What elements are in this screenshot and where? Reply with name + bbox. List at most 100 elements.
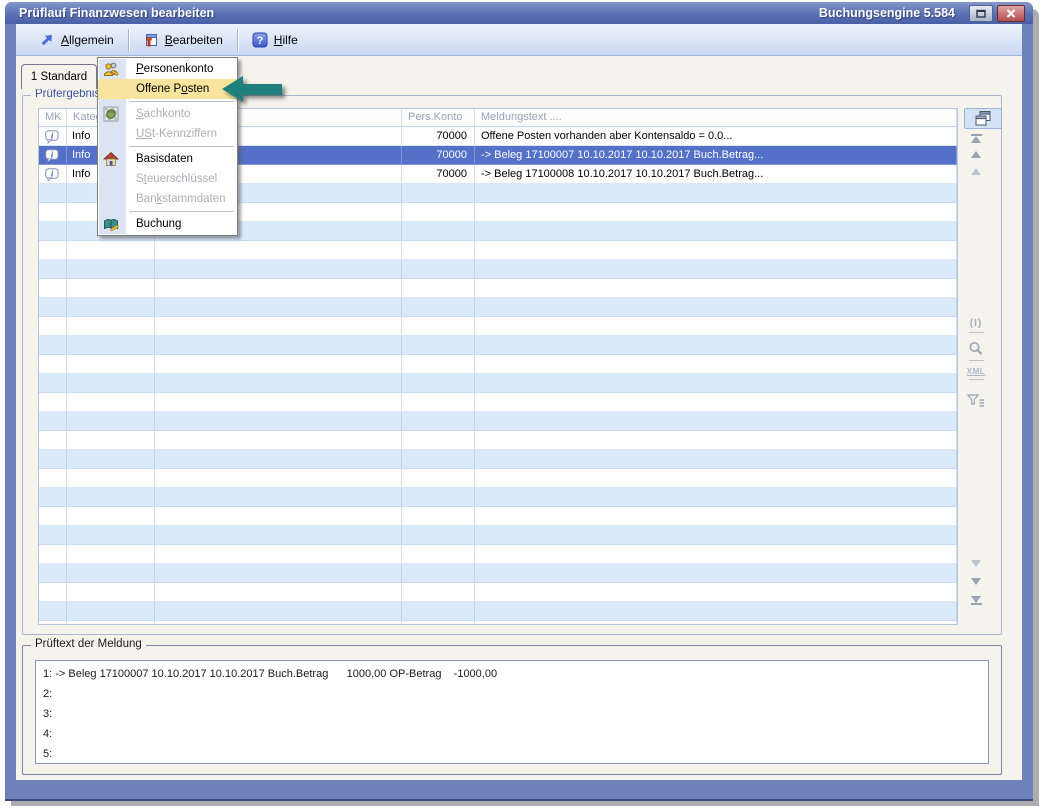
grid-cell (475, 336, 957, 354)
grid-cell: -> Beleg 17100008 10.10.2017 10.10.2017 … (475, 165, 957, 183)
menubar-item-allgemein[interactable]: Allgemein (30, 29, 123, 51)
grid-cell (475, 184, 957, 202)
table-row-empty (39, 431, 957, 450)
title-bar[interactable]: Prüflauf Finanzwesen bearbeiten Buchungs… (5, 2, 1033, 24)
menu-item-label: Sachkonto (136, 108, 190, 120)
grid-cell (402, 393, 475, 411)
table-row-empty (39, 298, 957, 317)
grid-cell (402, 602, 475, 620)
grid-cell (475, 241, 957, 259)
grid-cell (475, 602, 957, 620)
grid-cell (475, 393, 957, 411)
scroll-up-button[interactable] (959, 151, 993, 158)
grid-cell: i (39, 127, 67, 145)
table-row-empty (39, 602, 957, 621)
grid-cell (402, 412, 475, 430)
arrow-ne-icon (39, 32, 55, 48)
grid-cell (67, 393, 155, 411)
grid-cell (39, 583, 67, 601)
grid-cell: -> Beleg 17100007 10.10.2017 10.10.2017 … (475, 146, 957, 164)
menu-item-offene-posten[interactable]: Offene Posten (98, 79, 237, 99)
grid-cell (39, 393, 67, 411)
info-bubble-icon: i (45, 130, 59, 144)
table-row-empty (39, 488, 957, 507)
grid-cell (155, 526, 402, 544)
menubar-item-label: Allgemein (61, 33, 114, 47)
xml-button[interactable]: XML (959, 367, 993, 380)
grid-cell (39, 545, 67, 563)
grid-cell (402, 317, 475, 335)
filter-button[interactable] (959, 394, 993, 408)
table-row-empty (39, 374, 957, 393)
grid-cell (402, 298, 475, 316)
annotation-arrow-icon (222, 76, 284, 103)
grid-column-header-meldungstext-[interactable]: Meldungstext .... (475, 109, 957, 126)
scroll-to-bottom-button[interactable] (959, 596, 993, 605)
table-row-empty (39, 545, 957, 564)
menubar-item-bearbeiten[interactable]: Bearbeiten (134, 29, 232, 51)
menu-item-label: Personenkonto (136, 63, 213, 75)
grid-cell (67, 412, 155, 430)
table-row-empty (39, 450, 957, 469)
tab-standard[interactable]: 1 Standard (21, 64, 97, 89)
copy-grid-button[interactable] (964, 108, 1002, 129)
paren-i-button[interactable]: (I) (959, 318, 993, 333)
grid-cell (402, 222, 475, 240)
grid-cell (402, 374, 475, 392)
grid-cell (402, 583, 475, 601)
grid-cell (67, 450, 155, 468)
grid-cell (155, 583, 402, 601)
close-button[interactable] (997, 5, 1025, 22)
scroll-down-alt-button[interactable] (959, 560, 993, 567)
restore-button[interactable] (969, 5, 993, 22)
grid-cell (402, 450, 475, 468)
table-row-empty (39, 507, 957, 526)
grid-cell (475, 222, 957, 240)
grid-cell (402, 184, 475, 202)
grid-cell (39, 526, 67, 544)
grid-cell (475, 298, 957, 316)
grid-cell (155, 450, 402, 468)
grid-cell (39, 222, 67, 240)
help-icon: ? (252, 32, 268, 48)
grid-cell (39, 450, 67, 468)
magnifier-button[interactable] (959, 341, 993, 361)
table-row-empty (39, 260, 957, 279)
grid-cell: 70000 (402, 146, 475, 164)
scroll-to-top-button[interactable] (959, 134, 993, 143)
menu-item-basisdaten[interactable]: Basisdaten (98, 149, 237, 169)
grid-cell (39, 260, 67, 278)
menu-item-label: Basisdaten (136, 153, 193, 165)
grid-cell: 70000 (402, 165, 475, 183)
grid-cell (67, 298, 155, 316)
grid-cell (475, 374, 957, 392)
grid-cell (475, 621, 957, 624)
grid-cell (155, 336, 402, 354)
grid-cell (155, 431, 402, 449)
table-row-empty (39, 393, 957, 412)
grid-cell (155, 279, 402, 297)
annotation-arrow-head (222, 76, 243, 102)
grid-cell (475, 431, 957, 449)
grid-cell (67, 545, 155, 563)
menu-item-personenkonto[interactable]: Personenkonto (98, 59, 237, 79)
table-row-empty (39, 412, 957, 431)
table-row-empty (39, 279, 957, 298)
grid-cell (155, 241, 402, 259)
grid-column-header-mk[interactable]: MK (39, 109, 67, 126)
menubar-item-hilfe[interactable]: ? Hilfe (243, 29, 307, 51)
grid-cell (39, 279, 67, 297)
detail-text-line: 5: (43, 744, 988, 764)
detail-text-line: 1: -> Beleg 17100007 10.10.2017 10.10.20… (43, 664, 988, 684)
scroll-up-alt-button[interactable] (959, 168, 993, 175)
close-icon (1006, 9, 1016, 18)
menu-item-buchung[interactable]: Buchung (98, 214, 237, 234)
scroll-down-button[interactable] (959, 578, 993, 585)
grid-cell (67, 488, 155, 506)
info-bubble-icon: i (45, 168, 59, 182)
grid-column-header-pers-konto[interactable]: Pers.Konto (402, 109, 475, 126)
menubar-item-label: Hilfe (274, 33, 298, 47)
grid-cell (39, 469, 67, 487)
grid-cell (39, 488, 67, 506)
grid-cell (67, 507, 155, 525)
